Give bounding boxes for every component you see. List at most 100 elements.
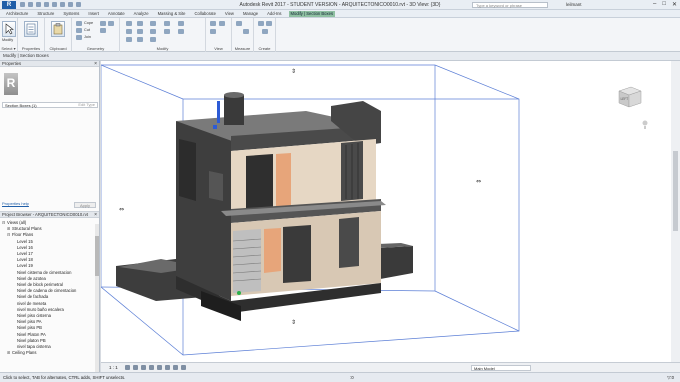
close-button[interactable]: ✕ <box>672 1 677 8</box>
search-input[interactable]: Type a keyword or phrase <box>472 2 548 8</box>
tree-item-label: Nivel cisterna de cimentacion <box>17 269 72 275</box>
left-panels: Properties × R Section Boxes (1) Edit Ty… <box>0 61 100 374</box>
cut-icon[interactable] <box>76 28 82 33</box>
navigation-bar-icon[interactable] <box>641 119 649 129</box>
tree-item-label: Nivel de azotea <box>17 275 46 281</box>
align-icon[interactable] <box>126 21 132 26</box>
tree-item-label: Nivel de fachada <box>17 294 49 300</box>
3d-viewport[interactable]: ⇕ ⇔ ⇕ ⇔ LEFT <box>101 61 671 362</box>
viewcube[interactable]: LEFT <box>615 83 648 129</box>
blue-marker-icon <box>213 125 217 129</box>
scale-icon[interactable] <box>150 37 156 42</box>
green-grip-icon[interactable] <box>237 291 241 295</box>
array-icon[interactable] <box>150 29 156 34</box>
maximize-button[interactable]: □ <box>662 1 666 8</box>
tab-massing-site[interactable]: Massing & Site <box>156 11 188 17</box>
create-similar-icon[interactable] <box>262 29 268 34</box>
tab-collaborate[interactable]: Collaborate <box>193 11 218 17</box>
worksets-indicator[interactable]: :0 <box>350 375 354 380</box>
move-icon[interactable] <box>126 29 132 34</box>
render-icon[interactable] <box>157 365 162 370</box>
create-group: Create <box>254 18 276 52</box>
wall-joins-icon[interactable] <box>100 28 106 33</box>
create-part-icon[interactable] <box>258 21 264 26</box>
tab-view[interactable]: View <box>223 11 236 17</box>
properties-help-link[interactable]: Properties help <box>2 201 29 206</box>
ribbon-tabs: Architecture Structure Systems Insert An… <box>0 10 680 18</box>
create-group-icon[interactable] <box>266 21 272 26</box>
select-dropdown[interactable]: Select ▾ <box>0 46 17 51</box>
hide-isolate-icon[interactable] <box>181 365 186 370</box>
mirror-icon[interactable] <box>137 21 143 26</box>
ribbon: Modify Select ▾ Properties Clipboard Cop… <box>0 18 680 52</box>
paste-button[interactable] <box>51 21 65 37</box>
edit-type-button[interactable]: Edit Type <box>78 102 95 107</box>
trim-icon[interactable] <box>150 21 156 26</box>
tab-manage[interactable]: Manage <box>241 11 260 17</box>
tab-add-ins[interactable]: Add-Ins <box>265 11 283 17</box>
browser-tree: ⊟Views (all) ⊞Structural Plans ⊟Floor Plan… <box>0 218 99 356</box>
measure-tool-icon[interactable] <box>236 21 242 26</box>
user-account[interactable]: leilmant <box>566 2 582 7</box>
tree-item[interactable]: ⊞Ceiling Plans <box>2 350 99 356</box>
selection-filter[interactable]: ▽:0 <box>667 375 674 381</box>
pin-icon[interactable] <box>164 29 170 34</box>
lock-icon[interactable] <box>173 365 178 370</box>
crop-icon[interactable] <box>165 365 170 370</box>
sun-path-icon[interactable] <box>141 365 146 370</box>
join-icon[interactable] <box>76 35 82 40</box>
tree-item-label: Ceiling Plans <box>12 350 37 356</box>
main-model-select[interactable]: Main Model <box>471 365 531 371</box>
properties-group: Properties <box>18 18 45 52</box>
grip-left-icon[interactable]: ⇔ <box>119 206 124 213</box>
tab-architecture[interactable]: Architecture <box>4 11 30 17</box>
shadows-icon[interactable] <box>149 365 154 370</box>
cope-icon[interactable] <box>76 21 82 26</box>
viewcube-icon[interactable]: LEFT <box>615 83 645 113</box>
grip-right-icon[interactable]: ⇔ <box>476 178 481 185</box>
viewcube-face-label: LEFT <box>621 97 629 101</box>
tree-item-label: Level 16 <box>17 244 33 250</box>
modify-button[interactable] <box>2 21 16 37</box>
properties-button[interactable] <box>24 21 38 37</box>
tab-analyze[interactable]: Analyze <box>132 11 151 17</box>
offset-icon[interactable] <box>126 37 132 42</box>
split-icon[interactable] <box>164 21 170 26</box>
tab-insert[interactable]: Insert <box>86 11 100 17</box>
modify-group-label: Modify <box>156 46 169 51</box>
visual-style-icon[interactable] <box>133 365 138 370</box>
override-graphics-icon[interactable] <box>219 21 225 26</box>
building-model[interactable]: ⇕ ⇔ ⇕ ⇔ <box>101 61 671 362</box>
join-label[interactable]: Join <box>84 35 91 39</box>
browser-scrollbar[interactable] <box>95 224 99 374</box>
context-bar: Modify | Section Boxes <box>0 52 680 61</box>
cope-label[interactable]: Cope <box>84 21 93 25</box>
tab-modify-section-boxes[interactable]: Modify | Section Boxes <box>288 11 336 17</box>
apply-button[interactable]: Apply <box>74 202 96 208</box>
grip-bottom-icon[interactable]: ⇕ <box>291 319 296 326</box>
facade-window <box>179 139 196 201</box>
tab-structure[interactable]: Structure <box>35 11 56 17</box>
detail-level-icon[interactable] <box>125 365 130 370</box>
viewport-scrollbar[interactable] <box>671 61 680 362</box>
dimension-icon[interactable] <box>243 29 249 34</box>
copy-icon[interactable] <box>137 29 143 34</box>
tab-systems[interactable]: Systems <box>61 11 81 17</box>
view-control-bar: 1 : 1 Main Model <box>101 362 680 372</box>
split-face-icon[interactable] <box>100 21 106 26</box>
tab-annotate[interactable]: Annotate <box>106 11 127 17</box>
project-browser-title: Project Browser - ARQUITECTONICO0010.rvt <box>2 212 89 217</box>
minimize-button[interactable]: – <box>653 1 656 8</box>
view-scale[interactable]: 1 : 1 <box>109 365 118 370</box>
clipboard-group-label: Clipboard <box>49 46 67 51</box>
delete-icon[interactable] <box>178 29 184 34</box>
hide-icon[interactable] <box>210 21 216 26</box>
grip-top-icon[interactable]: ⇕ <box>291 68 296 75</box>
upper-room-wall <box>276 153 291 211</box>
cut-label[interactable]: Cut <box>84 28 90 32</box>
paint-icon[interactable] <box>108 21 114 26</box>
eye-icon[interactable] <box>210 29 216 34</box>
pipe <box>217 101 220 123</box>
rotate-icon[interactable] <box>137 37 143 42</box>
unpin-icon[interactable] <box>178 21 184 26</box>
